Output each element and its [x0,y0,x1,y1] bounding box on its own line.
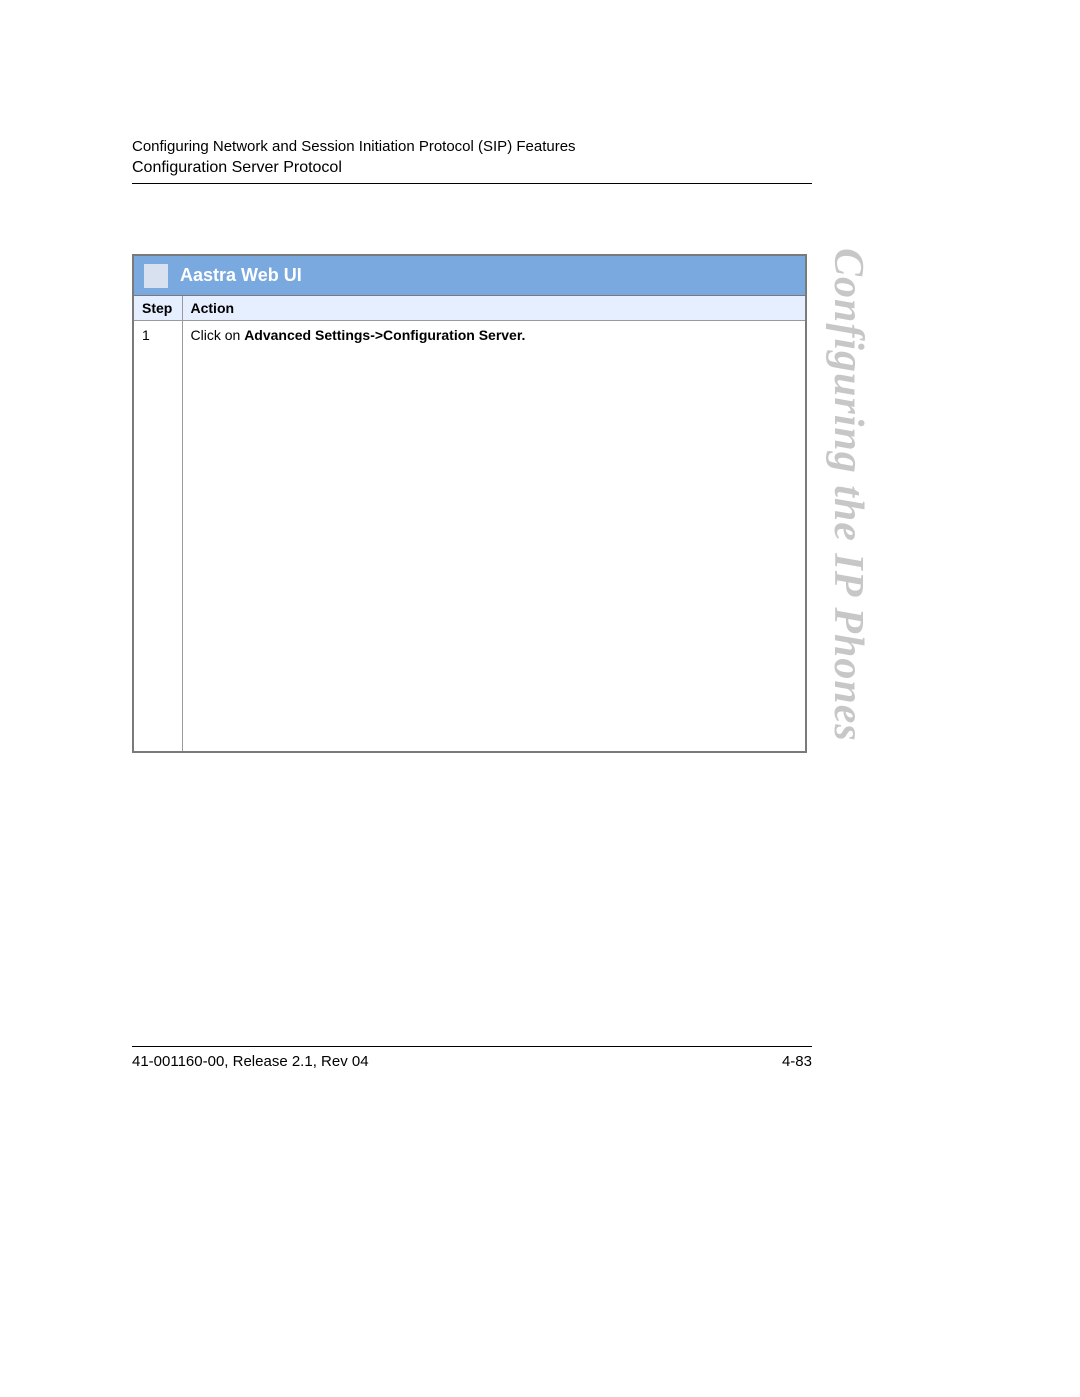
column-header-action: Action [182,296,805,321]
footer-divider [132,1046,812,1047]
table-row: 1 Click on Advanced Settings->Configurat… [134,321,805,751]
header-chapter: Configuring Network and Session Initiati… [132,138,812,155]
header-section: Configuration Server Protocol [132,159,812,177]
side-chapter-label: Configuring the IP Phones [824,248,872,742]
column-header-step: Step [134,296,182,321]
page-footer: 41-001160-00, Release 2.1, Rev 04 4-83 [132,1046,812,1070]
steps-table: Step Action 1 Click on Advanced Settings… [134,296,805,751]
box-title-icon [144,264,168,288]
box-title: Aastra Web UI [180,265,302,286]
step-number: 1 [134,321,182,751]
action-bold: Advanced Settings->Configuration Server. [244,327,525,343]
instruction-box: Aastra Web UI Step Action 1 Click on Adv… [132,254,807,753]
footer-doc-id: 41-001160-00, Release 2.1, Rev 04 [132,1053,369,1070]
box-titlebar: Aastra Web UI [134,256,805,296]
header-divider [132,183,812,184]
footer-page-number: 4-83 [782,1053,812,1070]
action-prefix: Click on [191,327,245,343]
step-action: Click on Advanced Settings->Configuratio… [182,321,805,751]
